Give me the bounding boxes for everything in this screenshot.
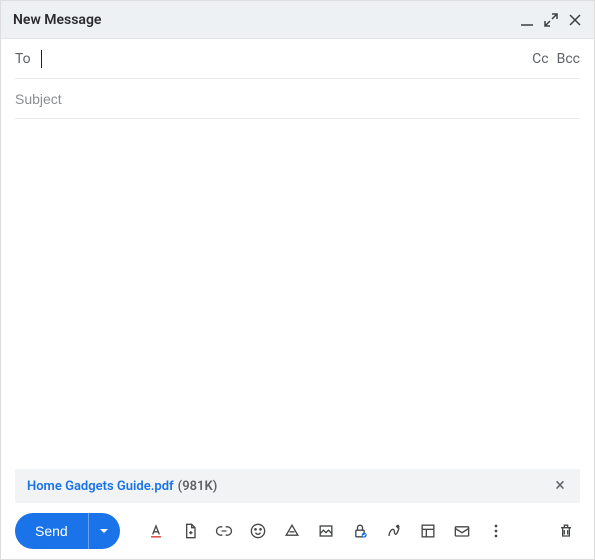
header-fields: To Cc Bcc	[1, 39, 594, 119]
expand-icon[interactable]	[544, 13, 558, 27]
minimize-icon[interactable]	[520, 13, 534, 27]
cc-bcc-group: Cc Bcc	[532, 51, 580, 67]
close-icon[interactable]	[568, 13, 582, 27]
insert-drive-icon[interactable]	[278, 517, 306, 545]
more-options-icon[interactable]	[482, 517, 510, 545]
insert-signature-icon[interactable]	[380, 517, 408, 545]
attachment-filename: Home Gadgets Guide.pdf	[27, 479, 174, 494]
subject-input[interactable]	[15, 91, 580, 107]
insert-image-icon[interactable]	[312, 517, 340, 545]
bottom-toolbar: Send	[1, 503, 594, 559]
message-body[interactable]	[1, 119, 594, 469]
to-label: To	[15, 51, 31, 67]
text-cursor	[41, 50, 42, 68]
schedule-send-icon[interactable]	[448, 517, 476, 545]
discard-draft-icon[interactable]	[552, 517, 580, 545]
insert-template-icon[interactable]	[414, 517, 442, 545]
titlebar: New Message	[1, 1, 594, 39]
formatting-icon[interactable]	[142, 517, 170, 545]
bcc-button[interactable]: Bcc	[557, 51, 580, 67]
confidential-mode-icon[interactable]	[346, 517, 374, 545]
insert-link-icon[interactable]	[210, 517, 238, 545]
window-controls	[520, 13, 582, 27]
attachment-chip[interactable]: Home Gadgets Guide.pdf (981K) ×	[15, 469, 580, 503]
send-button-group: Send	[15, 513, 120, 549]
cc-button[interactable]: Cc	[532, 51, 548, 67]
compose-window: New Message To Cc Bcc Home Gadgets Guide…	[0, 0, 595, 560]
window-title: New Message	[13, 12, 520, 28]
attachment-size: (981K)	[178, 479, 218, 494]
insert-emoji-icon[interactable]	[244, 517, 272, 545]
subject-row[interactable]	[15, 79, 580, 119]
to-row[interactable]: To Cc Bcc	[15, 39, 580, 79]
attach-file-icon[interactable]	[176, 517, 204, 545]
remove-attachment-icon[interactable]: ×	[552, 478, 568, 494]
send-button[interactable]: Send	[15, 513, 88, 549]
send-options-button[interactable]	[88, 513, 120, 549]
